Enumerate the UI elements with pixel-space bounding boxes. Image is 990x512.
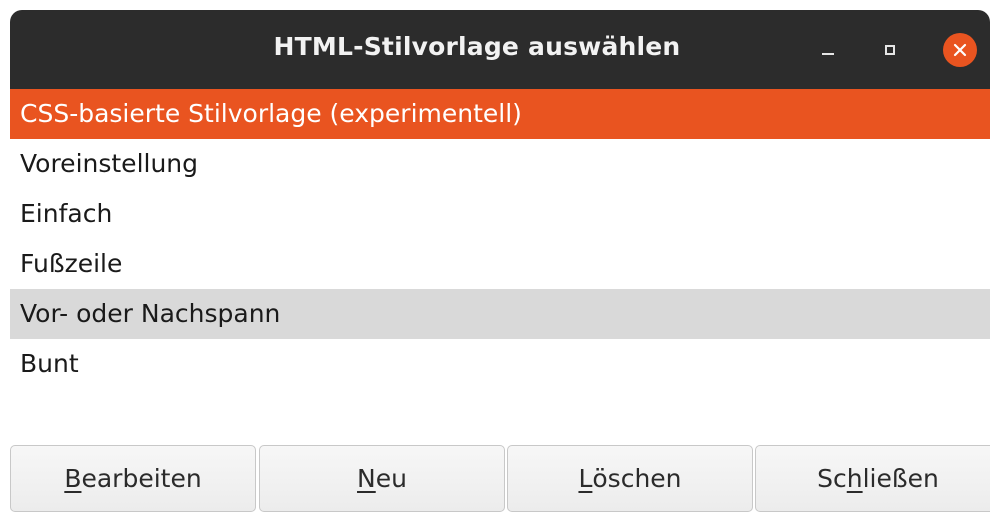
close-label-rest: ließen — [862, 464, 939, 493]
close-icon — [943, 33, 977, 67]
delete-mnemonic: L — [578, 464, 593, 493]
new-label-rest: eu — [375, 464, 407, 493]
edit-label-rest: earbeiten — [81, 464, 202, 493]
title-bar[interactable]: HTML-Stilvorlage auswählen — [10, 10, 990, 89]
new-mnemonic: N — [357, 464, 376, 493]
new-button[interactable]: Neu — [259, 445, 505, 512]
minimize-button[interactable] — [808, 30, 848, 70]
button-row: Bearbeiten Neu Löschen Sc h ließen — [10, 445, 990, 512]
minimize-icon — [822, 53, 834, 55]
delete-button[interactable]: Löschen — [507, 445, 753, 512]
edit-mnemonic: B — [64, 464, 82, 493]
list-item-colorful[interactable]: Bunt — [10, 339, 990, 389]
close-label-start: Sc — [817, 464, 847, 493]
edit-button[interactable]: Bearbeiten — [10, 445, 256, 512]
maximize-icon — [885, 45, 895, 55]
list-item-css-stylesheet[interactable]: CSS-basierte Stilvorlage (experimentell) — [10, 89, 990, 139]
delete-label-rest: öschen — [592, 464, 682, 493]
maximize-button[interactable] — [870, 30, 910, 70]
list-item-default[interactable]: Voreinstellung — [10, 139, 990, 189]
close-mnemonic: h — [846, 464, 863, 493]
stylesheet-list[interactable]: CSS-basierte Stilvorlage (experimentell)… — [10, 89, 990, 445]
list-item-footer[interactable]: Fußzeile — [10, 239, 990, 289]
list-item-header-footer[interactable]: Vor- oder Nachspann — [10, 289, 990, 339]
close-window-button[interactable] — [940, 30, 980, 70]
list-item-simple[interactable]: Einfach — [10, 189, 990, 239]
window-title: HTML-Stilvorlage auswählen — [273, 32, 681, 61]
close-button[interactable]: Sc h ließen — [755, 445, 990, 512]
dialog-window: HTML-Stilvorlage auswählen CSS-basierte … — [10, 10, 990, 512]
